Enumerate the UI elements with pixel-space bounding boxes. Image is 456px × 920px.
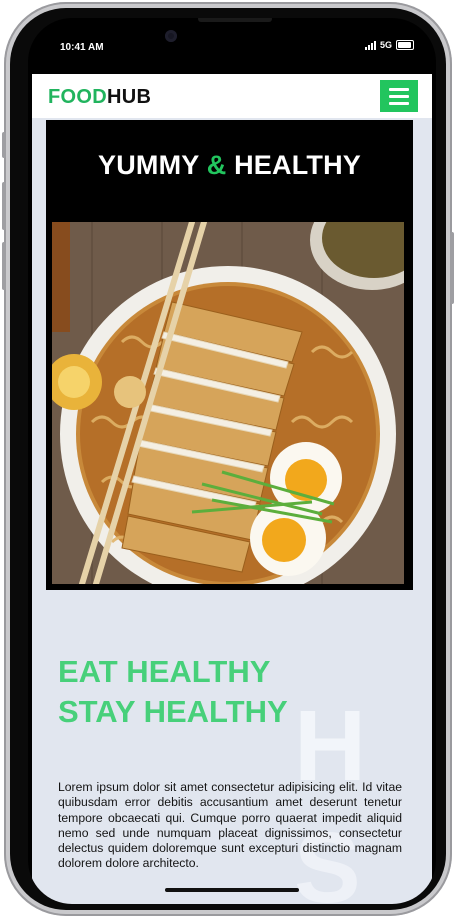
- hamburger-icon: [389, 88, 409, 91]
- power-button: [450, 232, 454, 304]
- navbar: FOODHUB: [32, 74, 432, 119]
- speaker-grille: [198, 18, 272, 22]
- ramen-food-image: [52, 222, 404, 584]
- logo-food: FOOD: [48, 86, 107, 108]
- hero-title: YUMMY & HEALTHY: [97, 150, 362, 180]
- signal-icon: [364, 40, 376, 50]
- status-bar: 10:41 AM 5G: [28, 18, 436, 76]
- status-time: 10:41 AM: [60, 42, 104, 53]
- hero-card: YUMMY & HEALTHY: [46, 120, 413, 590]
- section-headline: EAT HEALTHY STAY HEALTHY: [58, 654, 288, 729]
- ramen-illustration: [52, 222, 404, 584]
- volume-down-button: [2, 242, 6, 290]
- body-paragraph: Lorem ipsum dolor sit amet consectetur a…: [58, 780, 402, 871]
- menu-button[interactable]: [380, 80, 418, 112]
- home-indicator[interactable]: [165, 888, 299, 892]
- phone-screen: 10:41 AM 5G FOODHUB YUMMY & HEALTHY H S …: [28, 18, 436, 904]
- battery-icon: [396, 40, 414, 50]
- phone-frame: 10:41 AM 5G FOODHUB YUMMY & HEALTHY H S …: [2, 2, 454, 916]
- logo[interactable]: FOODHUB: [48, 86, 151, 109]
- main-content: YUMMY & HEALTHY H S EAT HEALTHY STAY HEA…: [32, 118, 432, 904]
- logo-hub: HUB: [106, 86, 152, 108]
- volume-up-button: [2, 182, 6, 230]
- network-label: 5G: [379, 40, 392, 50]
- front-camera: [165, 30, 177, 42]
- status-indicators: 5G: [364, 40, 414, 50]
- action-button: [2, 132, 6, 158]
